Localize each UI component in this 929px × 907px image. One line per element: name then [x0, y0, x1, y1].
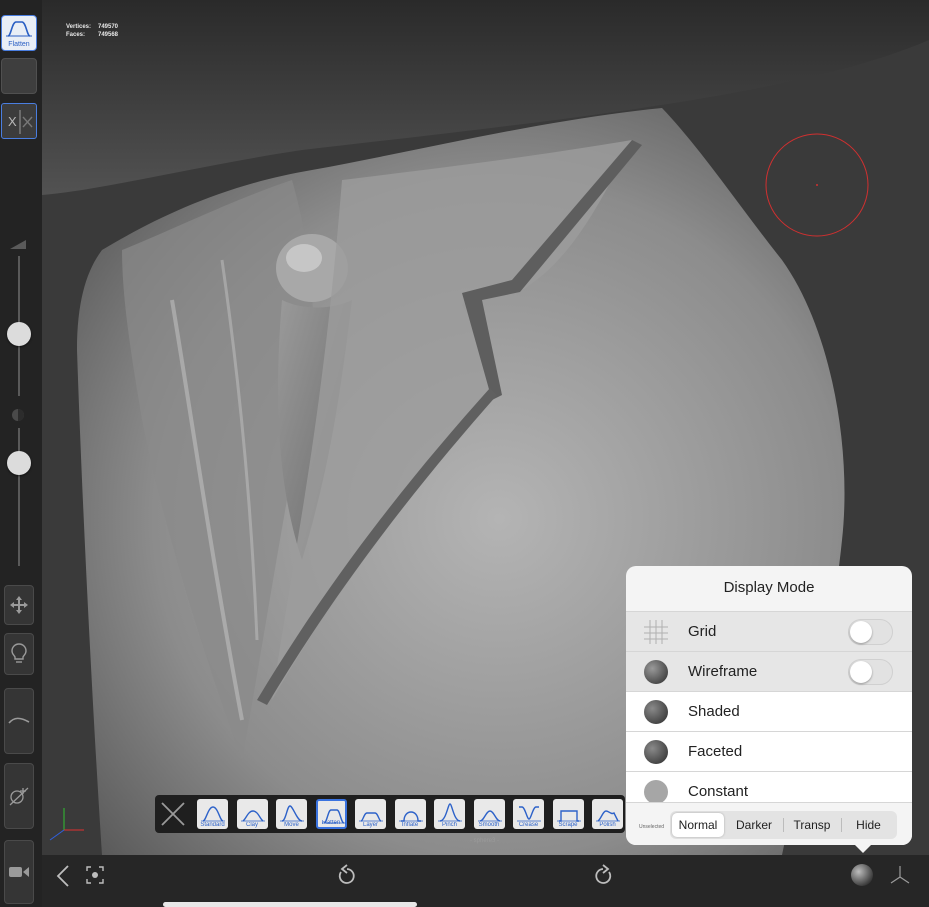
brush-label: Crease [518, 822, 539, 828]
active-tool-label: Flatten [8, 41, 30, 48]
option-grid-label: Grid [688, 623, 717, 640]
option-shaded-label: Shaded [688, 703, 740, 720]
brush-label: Scrape [558, 822, 578, 828]
brush-curve-icon [517, 806, 541, 822]
strength-slider-track[interactable] [18, 428, 20, 566]
brush-layer[interactable]: Layer [355, 799, 386, 829]
undo-icon[interactable] [337, 864, 357, 886]
brush-curve-icon [280, 805, 304, 822]
constant-sphere-icon [644, 780, 668, 804]
bottom-toolbar [42, 855, 929, 907]
mesh-stats: Vertices: 749570 Faces: 749568 [66, 23, 118, 39]
brush-label: Flatten [321, 820, 341, 826]
lighting-button[interactable] [4, 633, 34, 675]
axis-gizmo-icon[interactable] [888, 863, 912, 887]
vertices-value: 749570 [98, 24, 119, 30]
brush-label: Polish [599, 822, 616, 828]
unselected-mode-section: Unselected Normal Darker Transp Hide [626, 802, 912, 845]
brush-curve-icon [201, 806, 225, 822]
move-gizmo-button[interactable] [4, 585, 34, 625]
brush-crease[interactable]: Crease [513, 799, 544, 829]
option-constant-label: Constant [688, 783, 749, 800]
brush-curve-icon [438, 803, 462, 822]
segment-normal[interactable]: Normal [672, 813, 724, 837]
brush-curve-icon [477, 810, 502, 822]
back-chevron-icon[interactable] [56, 865, 70, 887]
faces-value: 749568 [98, 32, 119, 38]
segment-hide[interactable]: Hide [842, 813, 895, 837]
display-mode-popover: Display Mode Grid Wireframe Shaded Facet… [626, 566, 912, 845]
option-shaded[interactable]: Shaded [626, 691, 912, 731]
frame-focus-icon[interactable] [86, 866, 104, 884]
brush-scrape[interactable]: Scrape [552, 799, 584, 829]
option-wireframe-label: Wireframe [688, 663, 758, 680]
brush-inflate[interactable]: Inflate [394, 799, 426, 829]
brush-pinch[interactable]: Pinch [434, 799, 465, 829]
brush-label: Move [284, 822, 299, 828]
vertices-label: Vertices: [66, 24, 92, 30]
brush-label: Clay [245, 822, 258, 828]
display-mode-options: Grid Wireframe Shaded Faceted Constant [626, 611, 912, 811]
stroke-settings-button[interactable] [4, 688, 34, 754]
brush-label: Standard [200, 822, 225, 828]
brush-label: Pinch [441, 822, 457, 828]
brush-polish[interactable]: Polish [592, 799, 623, 829]
mask-settings-button[interactable] [4, 763, 34, 829]
grid-icon [644, 620, 668, 644]
unselected-label: Unselected [639, 824, 665, 830]
faces-label: Faces: [66, 32, 86, 38]
grid-toggle[interactable] [848, 619, 893, 645]
option-wireframe[interactable]: Wireframe [626, 651, 912, 691]
wireframe-toggle[interactable] [848, 659, 893, 685]
brush-label: Layer [362, 822, 378, 828]
brush-curve-icon [556, 810, 581, 822]
symmetry-toggle-button[interactable]: X [1, 103, 37, 139]
brush-label: Smooth [478, 822, 500, 828]
lightbulb-icon [11, 643, 27, 663]
symmetry-mirror-icon [19, 110, 33, 134]
mask-plus-icon [9, 787, 29, 806]
brush-curve-icon [596, 810, 620, 822]
object-name: - sphere3 - [470, 838, 500, 844]
option-faceted[interactable]: Faceted [626, 731, 912, 771]
brush-label: Inflate [401, 822, 419, 828]
brush-flatten[interactable]: Flatten [315, 799, 347, 829]
video-camera-icon [9, 867, 29, 877]
size-slider-icon [10, 240, 26, 249]
segment-transp[interactable]: Transp [784, 813, 840, 837]
panel-title: Display Mode [723, 579, 815, 596]
unselected-mode-segmented-control: Normal Darker Transp Hide [670, 811, 897, 839]
brush-palette: Standard Clay Move Flatten Layer Inflate Pinch… [155, 795, 625, 833]
strength-slider-knob[interactable] [7, 450, 31, 475]
home-indicator [163, 902, 417, 907]
brush-curve-icon [398, 811, 423, 822]
redo-icon[interactable] [593, 864, 613, 886]
strength-slider-icon [12, 409, 24, 421]
move-arrows-icon [10, 596, 28, 614]
brush-curve-icon [240, 810, 265, 822]
option-grid[interactable]: Grid [626, 611, 912, 651]
camera-button[interactable] [4, 840, 34, 904]
left-toolbar: Flatten X [0, 0, 42, 907]
size-slider-knob[interactable] [7, 322, 31, 347]
empty-tool-slot[interactable] [1, 58, 37, 94]
brush-tools-icon[interactable] [159, 800, 187, 828]
shaded-sphere-icon [644, 700, 668, 724]
brush-standard[interactable]: Standard [197, 799, 228, 829]
stroke-curve-icon [8, 717, 30, 724]
option-faceted-label: Faceted [688, 743, 743, 760]
active-tool-button[interactable]: Flatten [1, 15, 37, 51]
brush-smooth[interactable]: Smooth [473, 799, 505, 829]
brush-clay[interactable]: Clay [236, 799, 268, 829]
segment-darker[interactable]: Darker [726, 813, 782, 837]
brush-move[interactable]: Move [276, 799, 307, 829]
wireframe-sphere-icon [644, 660, 668, 684]
display-mode-sphere-icon[interactable] [850, 863, 874, 887]
symmetry-label: X [8, 114, 17, 129]
brush-curve-icon [359, 812, 383, 822]
faceted-sphere-icon [644, 740, 668, 764]
popover-arrow [853, 843, 873, 853]
flatten-brush-icon [6, 21, 32, 37]
